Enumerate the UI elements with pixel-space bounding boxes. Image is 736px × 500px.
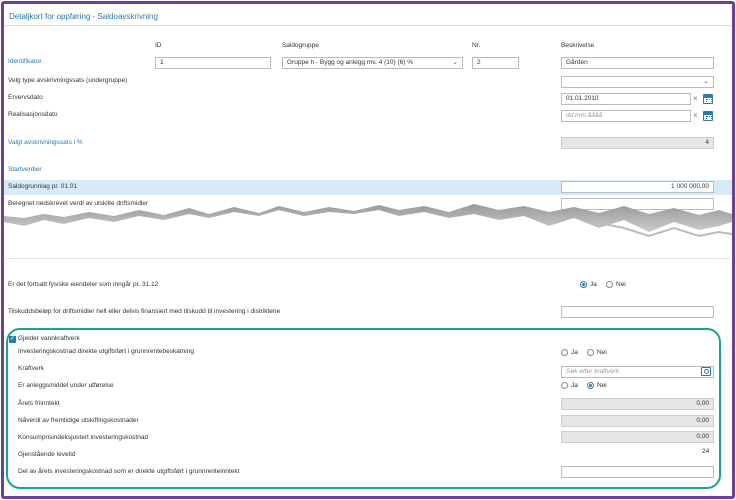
investering-ja-radio[interactable] bbox=[561, 349, 568, 356]
kraftverk-search-input[interactable]: Søk etter kraftverk bbox=[561, 366, 714, 378]
column-header-beskrivelse: Beskrivelse bbox=[561, 42, 595, 49]
startverdier-heading: Startverdier bbox=[8, 166, 42, 173]
column-header-saldogruppe: Saldogruppe bbox=[282, 42, 319, 49]
divider bbox=[6, 258, 730, 259]
realisasjonsdato-label: Realisasjonsdato bbox=[8, 111, 58, 118]
valgt-sats-label: Valgt avskrivningssats i % bbox=[8, 139, 83, 146]
calendar-icon[interactable] bbox=[703, 111, 713, 121]
vannkraft-checkbox[interactable]: ✓ bbox=[9, 336, 16, 343]
naverdi-label: Nåverdi av fremtidige utskiftingskostnad… bbox=[18, 417, 139, 424]
under-utforelse-nei-label: Nei bbox=[597, 382, 607, 389]
calendar-icon[interactable] bbox=[703, 94, 713, 104]
realisasjonsdato-input[interactable]: dd.mm.åååå bbox=[561, 110, 691, 122]
under-utforelse-ja-radio[interactable] bbox=[561, 382, 568, 389]
id-input[interactable]: 1 bbox=[155, 57, 271, 69]
investering-label: Investeringskostnad direkte utgiftsført … bbox=[18, 348, 194, 355]
under-utforelse-label: Er anleggsmiddel under utførelse bbox=[18, 382, 114, 389]
investering-nei-label: Nei bbox=[597, 349, 607, 356]
identifikator-label: Identifikator bbox=[8, 58, 42, 65]
torn-paper-divider bbox=[4, 204, 732, 238]
search-icon[interactable] bbox=[701, 367, 711, 376]
page-title: Detaljkort for oppføring - Saldoavskrivn… bbox=[9, 12, 158, 21]
column-header-nr: Nr. bbox=[472, 42, 481, 49]
friinntekt-label: Årets friinntekt bbox=[18, 400, 60, 407]
investering-nei-radio[interactable] bbox=[587, 349, 594, 356]
fysiske-label: Er det fortsatt fysiske eiendeler som in… bbox=[8, 281, 159, 288]
fysiske-ja-label: Ja bbox=[590, 281, 597, 288]
levetid-label: Gjenstående levetid bbox=[18, 451, 76, 458]
under-utforelse-ja-label: Ja bbox=[571, 382, 578, 389]
vannkraft-checkbox-label: Gjelder vannkraftverk bbox=[18, 335, 80, 342]
kraftverk-label: Kraftverk bbox=[18, 365, 45, 372]
fysiske-nei-radio[interactable] bbox=[606, 281, 613, 288]
konsumpris-label: Konsumprisindeksjustert investeringskost… bbox=[18, 434, 149, 441]
column-header-id: ID bbox=[155, 42, 162, 49]
saldogruppe-value: Gruppe h - Bygg og anlegg mv. 4 (10) (6)… bbox=[287, 59, 413, 66]
velg-type-label: Velg type avskrivningssats (undergruppe) bbox=[8, 77, 128, 84]
naverdi-field: 0,00 bbox=[561, 415, 714, 427]
chevron-down-icon: ⌄ bbox=[703, 78, 709, 85]
investering-ja-label: Ja bbox=[571, 349, 578, 356]
levetid-value: 24 bbox=[702, 448, 710, 455]
tilskudd-label: Tilskuddsbeløp for driftsmidler helt ell… bbox=[8, 308, 281, 315]
velg-type-select[interactable]: ⌄ bbox=[561, 76, 714, 88]
del-av-aret-label: Del av årets investeringskostnad som er … bbox=[18, 468, 240, 475]
saldogrunnlag-label: Saldogrunnlag pr. 01.01 bbox=[8, 183, 78, 190]
ervervsdato-label: Ervervsdato bbox=[8, 94, 43, 101]
under-utforelse-nei-radio[interactable] bbox=[587, 382, 594, 389]
fysiske-nei-label: Nei bbox=[616, 281, 626, 288]
valgt-sats-field: 4 bbox=[561, 137, 714, 149]
chevron-down-icon: ⌄ bbox=[452, 59, 458, 66]
fysiske-ja-radio[interactable] bbox=[580, 281, 587, 288]
saldogrunnlag-input[interactable]: 1 000 000,00 bbox=[561, 181, 714, 193]
konsumpris-field: 0,00 bbox=[561, 431, 714, 443]
ervervsdato-input[interactable]: 01.01.2010 bbox=[561, 93, 691, 105]
saldogruppe-select[interactable]: Gruppe h - Bygg og anlegg mv. 4 (10) (6)… bbox=[282, 57, 463, 69]
clear-icon[interactable]: × bbox=[693, 111, 698, 121]
friinntekt-field: 0,00 bbox=[561, 398, 714, 410]
beskrivelse-input[interactable]: Gården bbox=[561, 57, 714, 69]
title-bar: Detaljkort for oppføring - Saldoavskrivn… bbox=[4, 4, 732, 26]
clear-icon[interactable]: × bbox=[693, 94, 698, 104]
tilskudd-input[interactable] bbox=[561, 306, 714, 318]
del-av-aret-input[interactable] bbox=[561, 466, 714, 478]
nr-input[interactable]: 2 bbox=[472, 57, 519, 69]
